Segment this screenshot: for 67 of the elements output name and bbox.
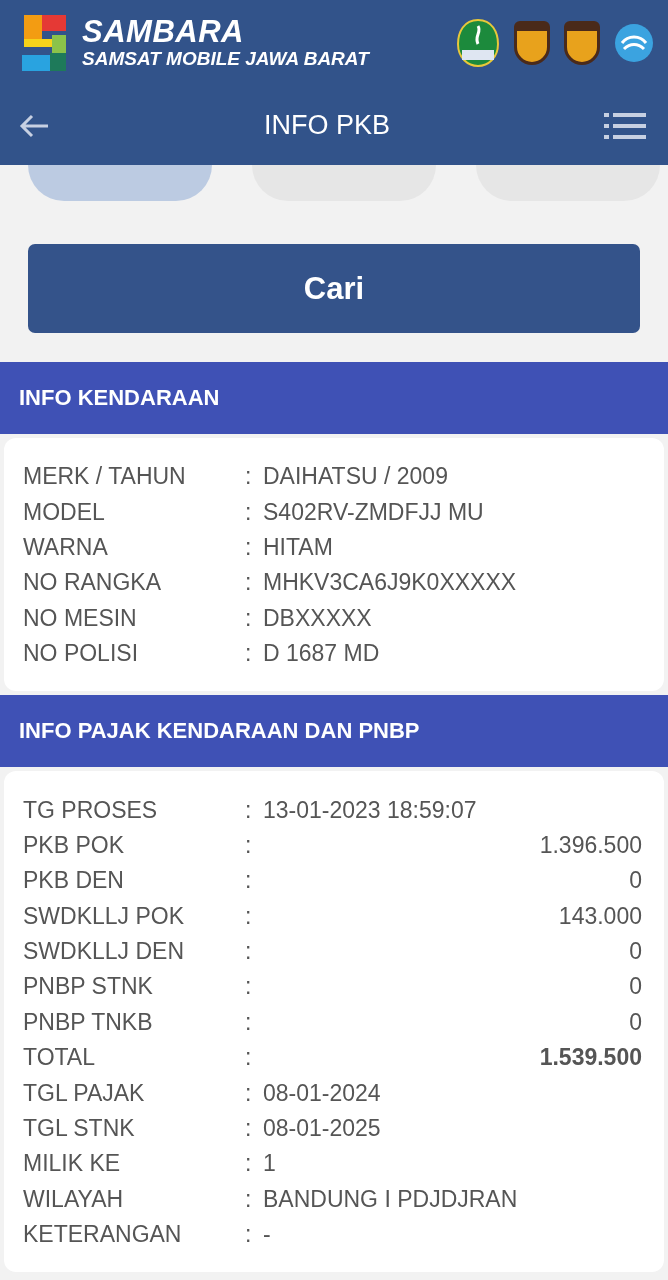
field-label: NO POLISI [23, 640, 140, 668]
field-separator: : [245, 902, 253, 930]
field-separator: : [245, 1008, 253, 1036]
back-arrow-icon[interactable] [18, 112, 50, 139]
circle-logo-icon [614, 23, 654, 63]
field-label: PNBP TNKB [23, 1008, 154, 1036]
field-separator: : [245, 569, 253, 597]
field-label: KETERANGAN [23, 1221, 183, 1249]
field-value: MHKV3CA6J9K0XXXXX [263, 569, 518, 597]
field-label: TGL PAJAK [23, 1079, 146, 1107]
field-separator: : [245, 973, 253, 1001]
field-label: MILIK KE [23, 1150, 122, 1178]
page-title: INFO PKB [264, 110, 390, 141]
field-label: MERK / TAHUN [23, 463, 187, 491]
field-label: PNBP STNK [23, 973, 154, 1001]
field-label: NO MESIN [23, 604, 138, 632]
field-label: SWDKLLJ DEN [23, 938, 186, 966]
field-separator: : [245, 831, 253, 859]
field-value: DAIHATSU / 2009 [263, 463, 449, 491]
menu-icon[interactable] [604, 112, 646, 139]
section-header: INFO PAJAK KENDARAAN DAN PNBP [0, 695, 668, 768]
field-separator: : [245, 463, 253, 491]
field-separator: : [245, 640, 253, 668]
province-emblem-icon [456, 18, 500, 68]
field-value: 143.000 [557, 902, 642, 930]
field-separator: : [245, 796, 253, 824]
field-value: - [263, 1221, 272, 1249]
field-label: TG PROSES [23, 796, 159, 824]
field-separator: : [245, 533, 253, 561]
field-value: DBXXXXX [263, 604, 373, 632]
search-button[interactable]: Cari [28, 244, 640, 333]
field-label: WILAYAH [23, 1185, 125, 1213]
section-header: INFO KENDARAAN [0, 362, 668, 434]
field-value: 08-01-2025 [263, 1115, 382, 1143]
field-label: PKB POK [23, 831, 125, 859]
field-separator: : [245, 604, 253, 632]
field-value: HITAM [263, 533, 334, 561]
field-value: D 1687 MD [263, 640, 381, 668]
field-separator: : [245, 938, 253, 966]
field-separator: : [245, 1044, 253, 1072]
field-label: PKB DEN [23, 867, 125, 895]
field-value: 0 [628, 1008, 642, 1036]
field-separator: : [245, 1115, 253, 1143]
field-label: WARNA [23, 533, 109, 561]
field-separator: : [245, 498, 253, 526]
field-separator: : [245, 1221, 253, 1249]
field-label: TOTAL [23, 1044, 96, 1072]
field-value: 0 [628, 938, 642, 966]
field-label: TGL STNK [23, 1115, 136, 1143]
field-separator: : [245, 1150, 253, 1178]
field-separator: : [245, 1079, 253, 1107]
field-value: 0 [628, 973, 642, 1001]
field-value: 1.396.500 [538, 831, 642, 859]
field-label: MODEL [23, 498, 106, 526]
field-label: NO RANGKA [23, 569, 163, 597]
field-label: SWDKLLJ POK [23, 902, 186, 930]
field-value: 1 [263, 1150, 277, 1178]
field-value: BANDUNG I PDJDJRAN [263, 1185, 519, 1213]
field-value: 08-01-2024 [263, 1079, 382, 1107]
field-value: S402RV-ZMDFJJ MU [263, 498, 485, 526]
app-title: SAMBARA [82, 16, 245, 48]
field-separator: : [245, 1185, 253, 1213]
app-subtitle: SAMSAT MOBILE JAWA BARAT [82, 48, 371, 70]
field-value: 13-01-2023 18:59:07 [263, 796, 478, 824]
field-separator: : [245, 867, 253, 895]
field-value: 0 [628, 867, 642, 895]
field-value: 1.539.500 [538, 1044, 642, 1072]
